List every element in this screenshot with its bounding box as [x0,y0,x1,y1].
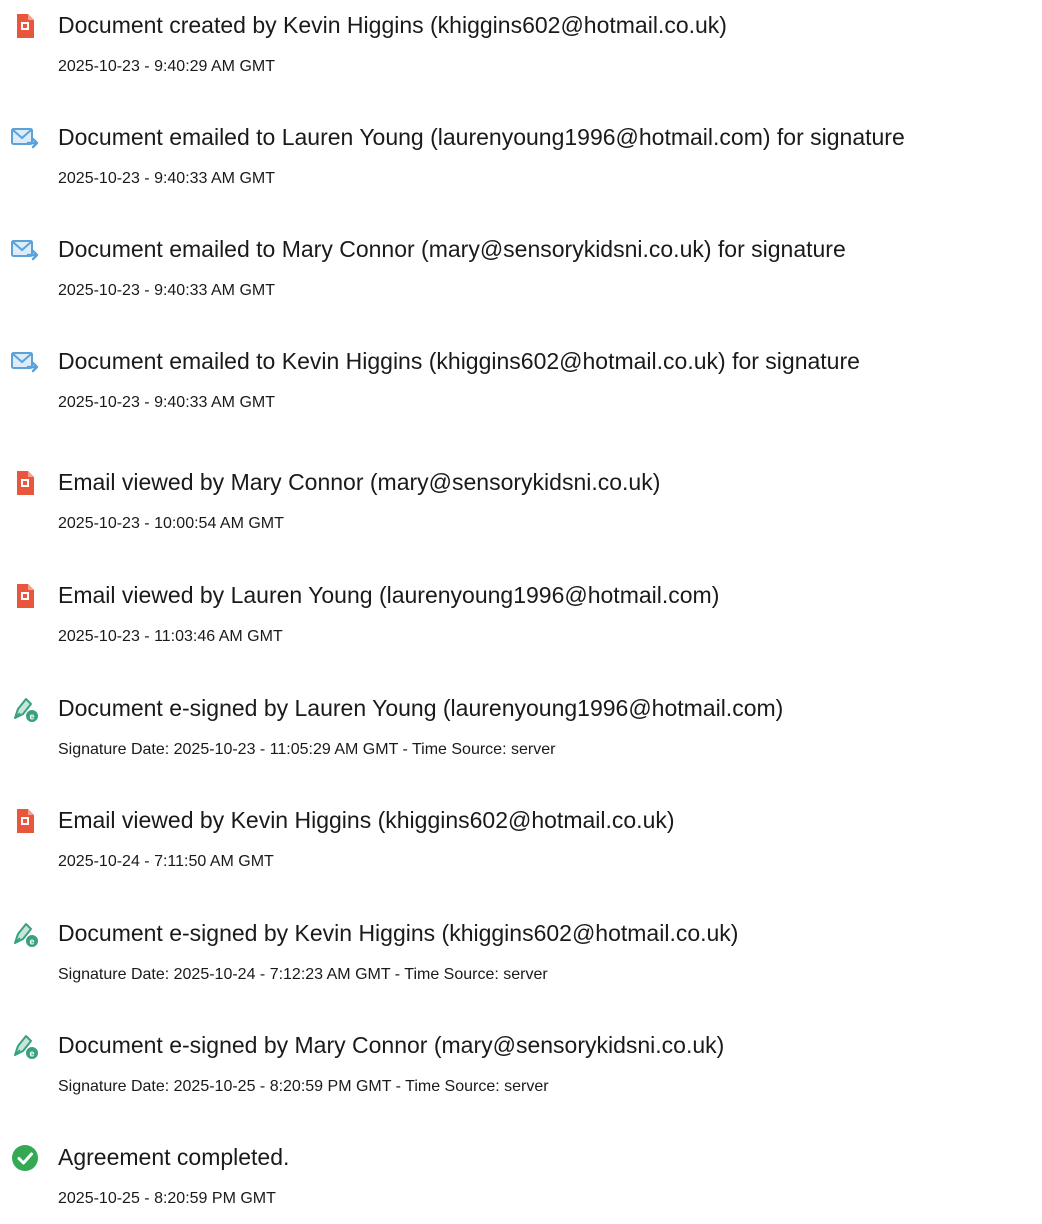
event-timestamp: 2025-10-23 - 9:40:29 AM GMT [58,58,275,75]
event-timestamp: Signature Date: 2025-10-23 - 11:05:29 AM… [58,741,556,758]
audit-event-emailed: Document emailed to Kevin Higgins (khigg… [0,336,1042,426]
document-icon [10,806,40,836]
audit-event-viewed: Email viewed by Kevin Higgins (khiggins6… [0,795,1042,885]
email-sent-icon [10,235,40,265]
document-icon [10,11,40,41]
event-timestamp: 2025-10-23 - 10:00:54 AM GMT [58,515,284,532]
event-timestamp: Signature Date: 2025-10-25 - 8:20:59 PM … [58,1078,549,1095]
event-title: Document e-signed by Lauren Young (laure… [58,695,784,721]
audit-event-viewed: Email viewed by Mary Connor (mary@sensor… [0,457,1042,547]
audit-event-signed: e Document e-signed by Lauren Young (lau… [0,683,1042,773]
svg-text:e: e [29,712,34,722]
svg-text:e: e [29,1049,34,1059]
svg-text:e: e [29,937,34,947]
e-sign-pen-icon: e [10,919,40,949]
event-timestamp: 2025-10-23 - 9:40:33 AM GMT [58,170,275,187]
document-icon [10,468,40,498]
audit-event-created: Document created by Kevin Higgins (khigg… [0,0,1042,90]
email-sent-icon [10,123,40,153]
event-timestamp: 2025-10-25 - 8:20:59 PM GMT [58,1190,276,1207]
event-timestamp: 2025-10-23 - 11:03:46 AM GMT [58,628,283,645]
document-icon [10,581,40,611]
event-title: Document e-signed by Kevin Higgins (khig… [58,920,739,946]
event-timestamp: 2025-10-23 - 9:40:33 AM GMT [58,282,275,299]
audit-event-emailed: Document emailed to Lauren Young (lauren… [0,112,1042,202]
event-title: Agreement completed. [58,1144,290,1170]
event-title: Document created by Kevin Higgins (khigg… [58,12,727,38]
event-title: Document emailed to Kevin Higgins (khigg… [58,348,860,374]
email-sent-icon [10,347,40,377]
audit-event-emailed: Document emailed to Mary Connor (mary@se… [0,224,1042,314]
event-title: Email viewed by Lauren Young (laurenyoun… [58,582,720,608]
e-sign-pen-icon: e [10,1031,40,1061]
event-timestamp: 2025-10-24 - 7:11:50 AM GMT [58,853,274,870]
event-title: Document emailed to Lauren Young (lauren… [58,124,905,150]
audit-event-completed: Agreement completed. 2025-10-25 - 8:20:5… [0,1132,1042,1222]
event-title: Email viewed by Mary Connor (mary@sensor… [58,469,661,495]
check-circle-icon [10,1143,40,1173]
event-title: Document e-signed by Mary Connor (mary@s… [58,1032,725,1058]
event-title: Document emailed to Mary Connor (mary@se… [58,236,846,262]
audit-event-signed: e Document e-signed by Kevin Higgins (kh… [0,908,1042,998]
audit-event-signed: e Document e-signed by Mary Connor (mary… [0,1020,1042,1110]
event-timestamp: Signature Date: 2025-10-24 - 7:12:23 AM … [58,966,548,983]
event-timestamp: 2025-10-23 - 9:40:33 AM GMT [58,394,275,411]
e-sign-pen-icon: e [10,694,40,724]
event-title: Email viewed by Kevin Higgins (khiggins6… [58,807,675,833]
audit-event-viewed: Email viewed by Lauren Young (laurenyoun… [0,570,1042,660]
